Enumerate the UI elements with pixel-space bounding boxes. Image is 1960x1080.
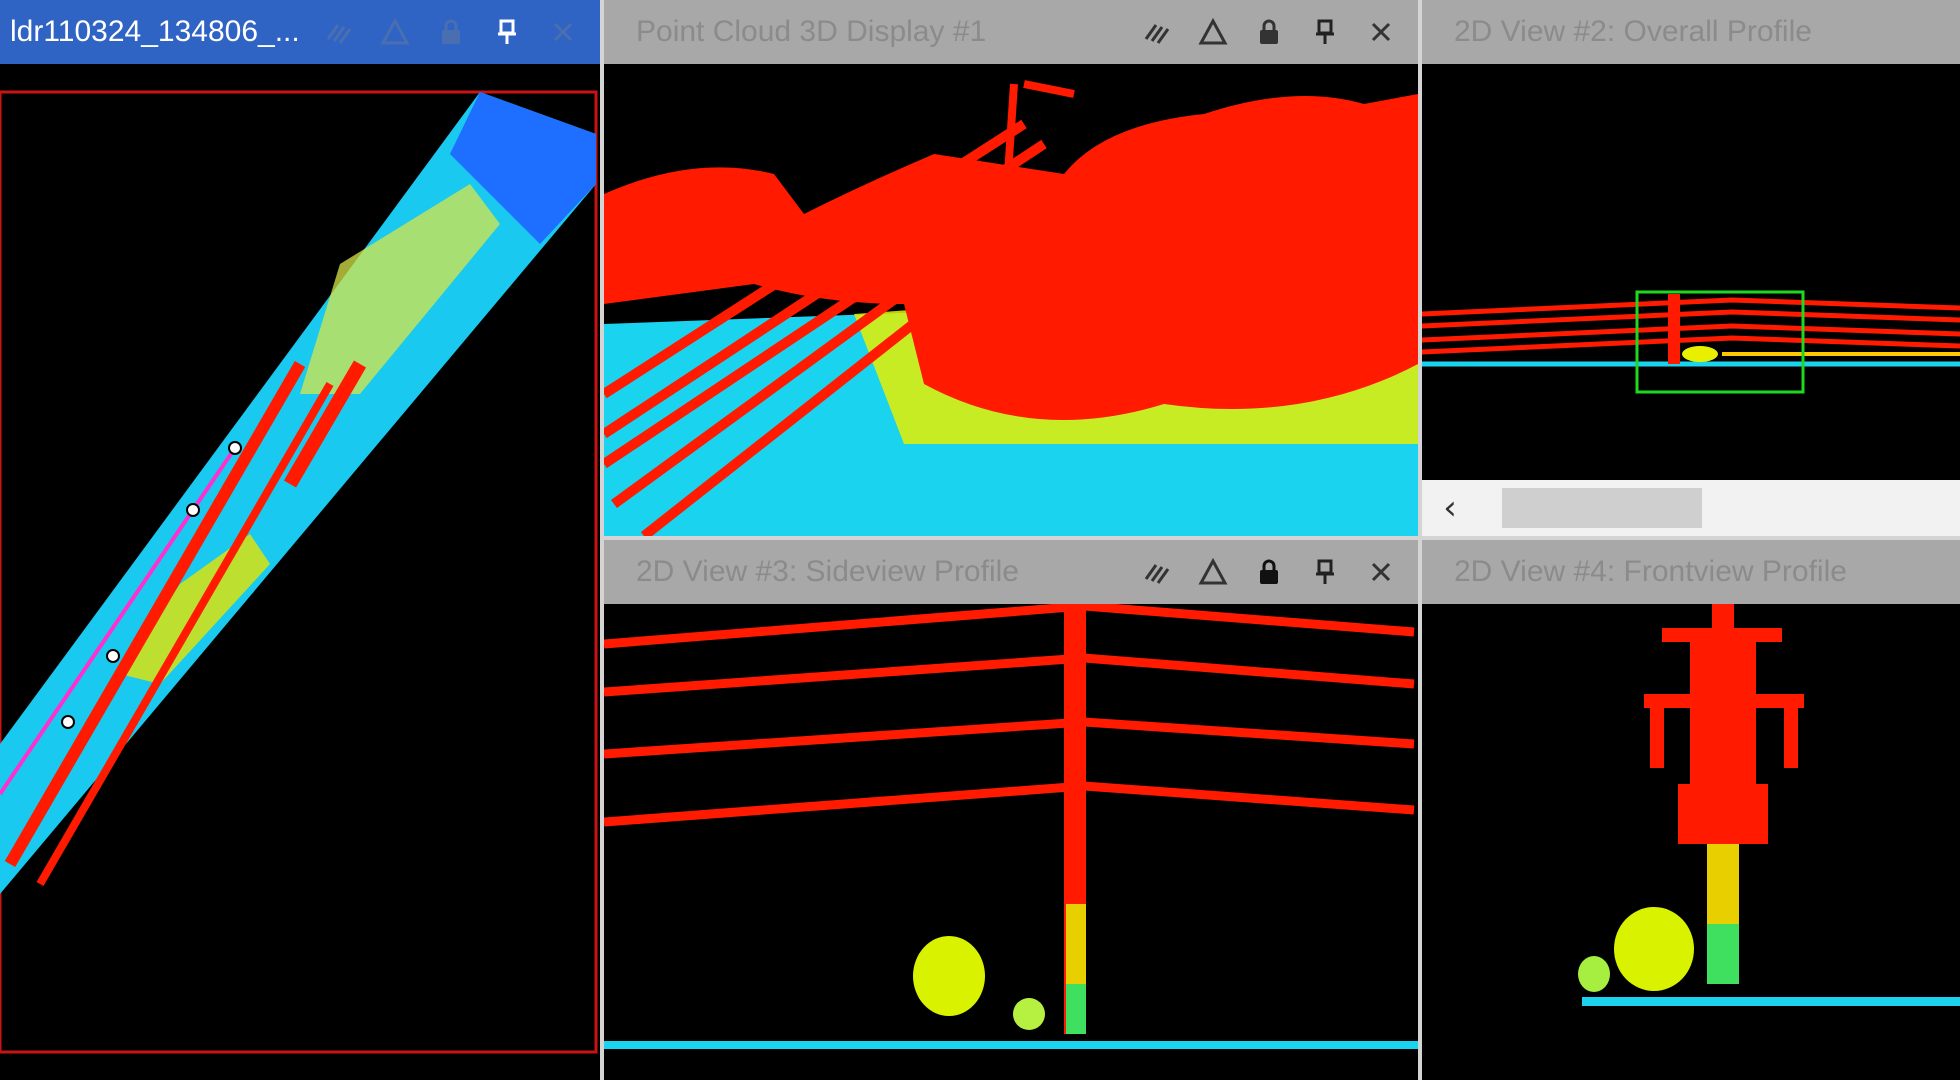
chevron-left-icon[interactable]: ‹ <box>1432 480 1468 536</box>
frontview-profile-render <box>1422 604 1960 1080</box>
frontview-profile-panel[interactable]: 2D View #4: Frontview Profile <box>1422 540 1960 1080</box>
point-cloud-3d-canvas[interactable] <box>604 64 1418 536</box>
front-shrub <box>1578 956 1610 992</box>
route-vertex <box>106 649 120 663</box>
profile-vegetation <box>1682 346 1718 362</box>
overall-profile-render <box>1422 64 1960 480</box>
route-vertex <box>228 441 242 455</box>
profile-tower <box>1668 294 1680 364</box>
close-icon[interactable] <box>1366 17 1396 47</box>
power-line-trace <box>4 360 306 868</box>
frontview-profile-title-bar[interactable]: 2D View #4: Frontview Profile <box>1422 540 1960 604</box>
side-tree <box>913 936 985 1016</box>
pin-icon[interactable] <box>1310 557 1340 587</box>
triangle-warning-icon[interactable] <box>1198 557 1228 587</box>
side-shrub <box>1013 998 1045 1030</box>
overall-profile-title: 2D View #2: Overall Profile <box>1454 15 1812 48</box>
corridor-strip <box>0 92 596 894</box>
top-down-point-cloud <box>0 90 598 1054</box>
triangle-warning-icon[interactable] <box>1198 17 1228 47</box>
route-vertex <box>186 503 200 517</box>
front-tower-footing <box>1707 924 1739 984</box>
lock-icon[interactable] <box>1254 557 1284 587</box>
link-sync-icon[interactable] <box>324 17 354 47</box>
sideview-profile-panel[interactable]: 2D View #3: Sideview Profile <box>604 540 1418 1080</box>
lock-icon[interactable] <box>1254 17 1284 47</box>
point-cloud-3d-title: Point Cloud 3D Display #1 <box>636 15 987 48</box>
front-tree <box>1614 907 1694 991</box>
frontview-profile-title: 2D View #4: Frontview Profile <box>1454 555 1847 588</box>
overall-profile-title-bar[interactable]: 2D View #2: Overall Profile <box>1422 0 1960 64</box>
front-ground <box>1582 997 1960 1006</box>
overall-profile-panel[interactable]: 2D View #2: Overall Profile ‹ <box>1422 0 1960 536</box>
lock-icon[interactable] <box>436 17 466 47</box>
close-icon[interactable] <box>548 17 578 47</box>
pin-icon[interactable] <box>492 17 522 47</box>
left-view-canvas[interactable] <box>0 64 600 1080</box>
route-vertex <box>61 715 75 729</box>
sideview-profile-title-bar[interactable]: 2D View #3: Sideview Profile <box>604 540 1418 604</box>
triangle-warning-icon[interactable] <box>380 17 410 47</box>
point-cloud-3d-render <box>604 64 1418 536</box>
left-view-title-bar[interactable]: ldr110324_134806_... <box>0 0 600 64</box>
side-tower-footing <box>1066 984 1086 1034</box>
pin-icon[interactable] <box>1310 17 1340 47</box>
point-cloud-3d-title-bar[interactable]: Point Cloud 3D Display #1 <box>604 0 1418 64</box>
side-ground <box>604 1041 1418 1049</box>
frontview-profile-canvas[interactable] <box>1422 604 1960 1080</box>
link-sync-icon[interactable] <box>1142 17 1172 47</box>
left-view-title: ldr110324_134806_... <box>10 15 300 48</box>
point-cloud-3d-panel[interactable]: Point Cloud 3D Display #1 <box>604 0 1418 536</box>
link-sync-icon[interactable] <box>1142 557 1172 587</box>
sideview-profile-render <box>604 604 1418 1080</box>
sideview-profile-title: 2D View #3: Sideview Profile <box>636 555 1019 588</box>
left-view-panel[interactable]: ldr110324_134806_... <box>0 0 600 1080</box>
overall-profile-scrollbar[interactable]: ‹ <box>1422 480 1960 536</box>
overall-profile-canvas[interactable] <box>1422 64 1960 480</box>
sideview-profile-canvas[interactable] <box>604 604 1418 1080</box>
close-icon[interactable] <box>1366 557 1396 587</box>
scroll-thumb[interactable] <box>1502 488 1702 528</box>
